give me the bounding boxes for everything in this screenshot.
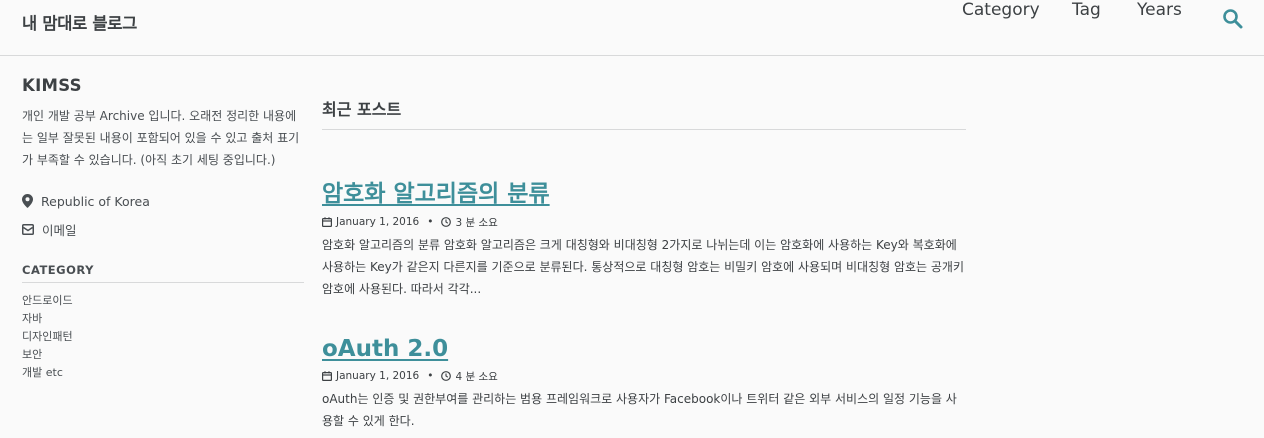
map-marker-icon xyxy=(22,194,33,208)
post-read-time: 4 분 소요 xyxy=(455,370,498,383)
post-title-link[interactable]: oAuth 2.0 xyxy=(322,336,448,362)
post-meta: January 1, 2016 • 3 분 소요 xyxy=(322,214,966,230)
location-text: Republic of Korea xyxy=(41,193,150,209)
post-item: oAuth 2.0 January 1, 2016 • 4 분 소요 oAuth… xyxy=(322,336,966,432)
meta-separator: • xyxy=(427,216,434,228)
search-icon xyxy=(1223,9,1243,29)
meta-separator: • xyxy=(427,370,434,382)
archive-title: 최근 포스트 xyxy=(322,96,966,130)
post-date: January 1, 2016 xyxy=(336,216,420,228)
category-item[interactable]: 디자인패턴 xyxy=(22,328,304,346)
post-item: 암호화 알고리즘의 분류 January 1, 2016 • 3 분 소요 암호… xyxy=(322,174,966,300)
category-item[interactable]: 보안 xyxy=(22,346,304,364)
category-list: 안드로이드 자바 디자인패턴 보안 개발 etc xyxy=(22,292,304,382)
category-item[interactable]: 안드로이드 xyxy=(22,292,304,310)
nav-category[interactable]: Category xyxy=(962,0,1040,20)
calendar-icon xyxy=(322,217,332,227)
clock-icon xyxy=(441,217,452,227)
author-location: Republic of Korea xyxy=(22,187,304,215)
email-label: 이메일 xyxy=(42,222,77,238)
post-excerpt: 암호화 알고리즘의 분류 암호화 알고리즘은 크게 대칭형와 비대칭형 2가지로… xyxy=(322,238,965,296)
author-bio: 개인 개발 공부 Archive 입니다. 오래전 정리한 내용에는 일부 잘못… xyxy=(22,109,300,167)
nav-tag[interactable]: Tag xyxy=(1072,0,1101,20)
category-item[interactable]: 자바 xyxy=(22,310,304,328)
nav-years[interactable]: Years xyxy=(1137,0,1182,20)
category-heading: CATEGORY xyxy=(22,263,304,283)
post-date: January 1, 2016 xyxy=(336,370,420,382)
category-item[interactable]: 개발 etc xyxy=(22,364,304,382)
author-email-link[interactable]: 이메일 xyxy=(22,215,304,243)
author-name: KIMSS xyxy=(22,76,82,95)
search-button[interactable] xyxy=(1222,8,1244,30)
post-title-link[interactable]: 암호화 알고리즘의 분류 xyxy=(322,174,550,208)
author-sidebar: KIMSS 개인 개발 공부 Archive 입니다. 오래전 정리한 내용에는… xyxy=(22,76,304,382)
site-title[interactable]: 내 맘대로 블로그 xyxy=(22,10,137,34)
calendar-icon xyxy=(322,371,332,381)
masthead: 내 맘대로 블로그 Category Tag Years xyxy=(0,0,1264,56)
main-content: 최근 포스트 암호화 알고리즘의 분류 January 1, 2016 • 3 … xyxy=(322,96,966,428)
post-excerpt: oAuth는 인증 및 권한부여를 관리하는 범용 프레임워크로 사용자가 Fa… xyxy=(322,392,957,428)
author-links: Republic of Korea 이메일 xyxy=(22,187,304,243)
post-meta: January 1, 2016 • 4 분 소요 xyxy=(322,368,966,384)
envelope-icon xyxy=(22,223,34,235)
post-read-time: 3 분 소요 xyxy=(455,216,498,229)
clock-icon xyxy=(441,371,452,381)
